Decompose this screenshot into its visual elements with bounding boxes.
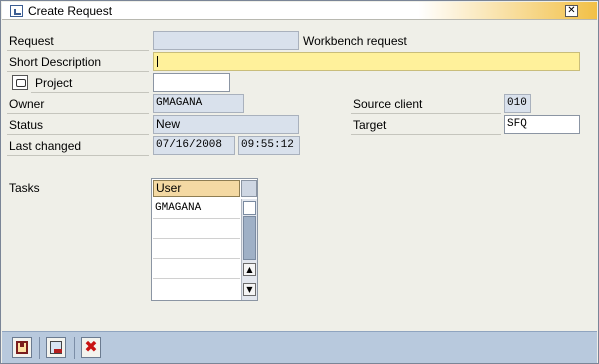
request-label: Request [7, 31, 149, 51]
cancel-button[interactable]: ✖ [81, 337, 101, 358]
target-input[interactable]: SFQ [504, 115, 580, 134]
table-row[interactable] [153, 259, 240, 279]
table-row[interactable]: GMAGANA [153, 199, 240, 219]
title-bar: Create Request ✕ [2, 2, 597, 20]
save-button[interactable] [12, 337, 32, 358]
table-row[interactable] [153, 239, 240, 259]
last-changed-label: Last changed [7, 136, 149, 156]
dialog-toolbar: ✖ [2, 331, 597, 363]
project-label: Project [31, 73, 149, 93]
column-select-all[interactable] [241, 180, 257, 197]
target-label: Target [351, 115, 501, 135]
project-icon[interactable] [12, 75, 28, 90]
owner-label: Owner [7, 94, 149, 114]
request-type-text: Workbench request [303, 34, 407, 48]
user-column-header[interactable]: User [153, 180, 240, 197]
request-field [153, 31, 299, 50]
cancel-icon: ✖ [84, 337, 98, 356]
source-client-label: Source client [351, 94, 501, 114]
status-field: New [153, 115, 299, 134]
short-description-label: Short Description [7, 52, 149, 72]
project-input[interactable] [153, 73, 230, 92]
tasks-label: Tasks [9, 181, 40, 195]
source-client-field: 010 [504, 94, 531, 113]
text-cursor [157, 56, 158, 67]
create-request-dialog: Create Request ✕ Request Workbench reque… [0, 0, 599, 364]
short-description-input[interactable] [153, 52, 580, 71]
save-icon [16, 341, 28, 354]
dialog-title: Create Request [28, 4, 113, 18]
toolbar-separator [74, 337, 75, 359]
vertical-scrollbar[interactable]: ▲ ▼ [241, 199, 257, 300]
close-button[interactable]: ✕ [565, 5, 578, 17]
scroll-track-top [243, 201, 256, 215]
table-row[interactable] [153, 219, 240, 239]
scroll-down-icon[interactable]: ▼ [243, 283, 256, 296]
table-row[interactable] [153, 279, 240, 299]
dialog-icon [10, 5, 23, 17]
local-request-icon [50, 341, 62, 354]
last-changed-time: 09:55:12 [238, 136, 300, 155]
scroll-up-icon[interactable]: ▲ [243, 263, 256, 276]
local-request-button[interactable] [46, 337, 66, 358]
scroll-thumb[interactable] [243, 216, 256, 260]
last-changed-date: 07/16/2008 [153, 136, 235, 155]
owner-field: GMAGANA [153, 94, 244, 113]
tasks-table: User GMAGANA ▲ ▼ [151, 178, 258, 301]
status-label: Status [7, 115, 149, 135]
toolbar-separator [39, 337, 40, 359]
